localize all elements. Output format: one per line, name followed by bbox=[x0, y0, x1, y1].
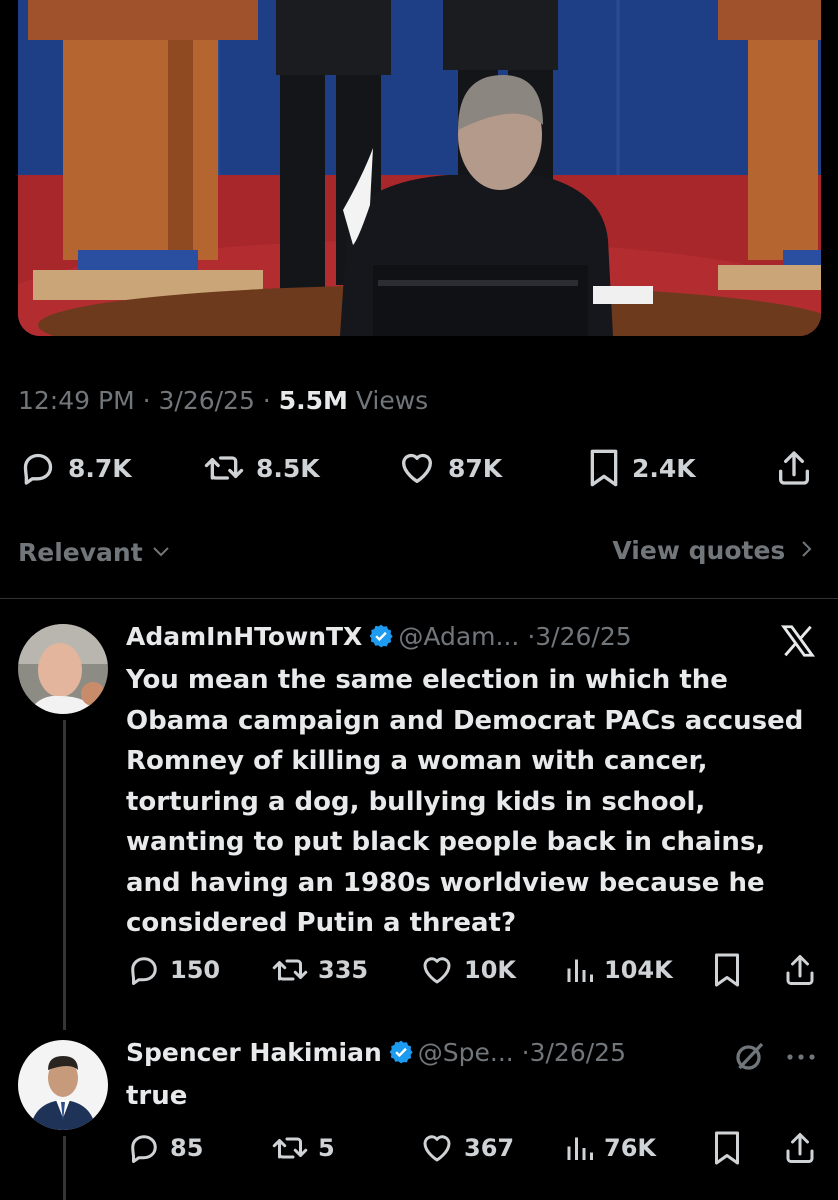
analytics-icon bbox=[566, 1130, 596, 1166]
reply-button[interactable]: 8.7K bbox=[18, 448, 132, 488]
repost-button[interactable]: 8.5K bbox=[202, 448, 320, 488]
like-button[interactable]: 10K bbox=[418, 952, 516, 988]
repost-icon bbox=[270, 952, 310, 988]
reply-handle-date: @Spe... ·3/26/25 bbox=[417, 1038, 626, 1067]
bookmark-icon bbox=[712, 953, 742, 992]
repost-button[interactable]: 335 bbox=[270, 952, 368, 988]
like-button[interactable]: 367 bbox=[418, 1130, 514, 1166]
views-button[interactable]: 104K bbox=[566, 952, 673, 988]
chevron-down-icon bbox=[151, 536, 171, 565]
like-button[interactable]: 87K bbox=[396, 448, 502, 488]
heart-icon bbox=[418, 952, 456, 988]
share-button[interactable] bbox=[782, 952, 818, 992]
replies-sort-row: Relevant View quotes bbox=[0, 536, 838, 568]
views-button[interactable]: 76K bbox=[566, 1130, 656, 1166]
reply-button[interactable]: 150 bbox=[126, 952, 220, 988]
reply-author-name[interactable]: AdamInHTownTX bbox=[126, 622, 362, 651]
post-time: 12:49 PM bbox=[18, 386, 135, 415]
like-count: 367 bbox=[464, 1134, 515, 1162]
avatar[interactable] bbox=[18, 1040, 108, 1130]
share-icon bbox=[782, 955, 818, 992]
bookmark-count: 2.4K bbox=[632, 453, 696, 483]
view-quotes-link[interactable]: View quotes bbox=[612, 536, 814, 565]
share-button[interactable] bbox=[774, 448, 814, 488]
divider bbox=[0, 598, 838, 599]
like-count: 87K bbox=[448, 453, 503, 483]
repost-icon bbox=[270, 1130, 310, 1166]
reply-button[interactable]: 85 bbox=[126, 1130, 203, 1166]
bookmark-button[interactable] bbox=[712, 1130, 742, 1170]
reply-count: 150 bbox=[170, 956, 221, 984]
reply-count: 8.7K bbox=[68, 453, 132, 483]
grok-icon[interactable] bbox=[732, 1038, 768, 1078]
bookmark-icon bbox=[712, 1131, 742, 1170]
bookmark-button[interactable] bbox=[712, 952, 742, 992]
thread-line bbox=[63, 720, 66, 1030]
share-icon bbox=[782, 1133, 818, 1170]
repost-count: 5 bbox=[318, 1134, 335, 1162]
reply-author-name[interactable]: Spencer Hakimian bbox=[126, 1038, 382, 1067]
reply-header: Spencer Hakimian @Spe... ·3/26/25 bbox=[126, 1038, 626, 1071]
bookmark-icon bbox=[586, 448, 622, 488]
bookmark-button[interactable]: 2.4K bbox=[586, 448, 696, 488]
share-icon bbox=[774, 448, 814, 488]
share-button[interactable] bbox=[782, 1130, 818, 1170]
repost-button[interactable]: 5 bbox=[270, 1130, 335, 1166]
views-count: 76K bbox=[604, 1134, 656, 1162]
reply-icon bbox=[126, 952, 162, 988]
repost-count: 335 bbox=[318, 956, 369, 984]
views-count: 104K bbox=[604, 956, 673, 984]
post-media-image[interactable] bbox=[18, 0, 821, 336]
repost-icon bbox=[202, 448, 246, 488]
more-options-icon[interactable] bbox=[786, 1048, 816, 1067]
reply-icon bbox=[126, 1130, 162, 1166]
post-action-bar: 8.7K 8.5K 87K 2.4K bbox=[0, 448, 838, 492]
reply-text: true bbox=[126, 1081, 188, 1111]
avatar[interactable] bbox=[18, 624, 108, 714]
post-meta: 12:49 PM · 3/26/25 · 5.5M Views bbox=[18, 386, 429, 415]
heart-icon bbox=[396, 448, 438, 488]
reply-icon bbox=[18, 448, 58, 488]
heart-icon bbox=[418, 1130, 456, 1166]
repost-count: 8.5K bbox=[256, 453, 320, 483]
views-label: Views bbox=[355, 386, 429, 415]
views-count: 5.5M bbox=[278, 386, 348, 415]
reply-handle-date: @Adam... ·3/26/25 bbox=[398, 622, 632, 651]
reply-count: 85 bbox=[170, 1134, 204, 1162]
analytics-icon bbox=[566, 952, 596, 988]
post-date: 3/26/25 bbox=[158, 386, 255, 415]
verified-badge-icon bbox=[368, 623, 394, 655]
thread-line bbox=[63, 1136, 66, 1200]
like-count: 10K bbox=[464, 956, 516, 984]
verified-badge-icon bbox=[388, 1039, 414, 1071]
reply-text: You mean the same election in which the … bbox=[126, 665, 804, 938]
reply-header: AdamInHTownTX @Adam... ·3/26/25 bbox=[126, 622, 632, 655]
x-logo-icon bbox=[778, 622, 818, 664]
chevron-right-icon bbox=[800, 536, 814, 565]
relevant-dropdown[interactable]: Relevant bbox=[18, 536, 171, 567]
